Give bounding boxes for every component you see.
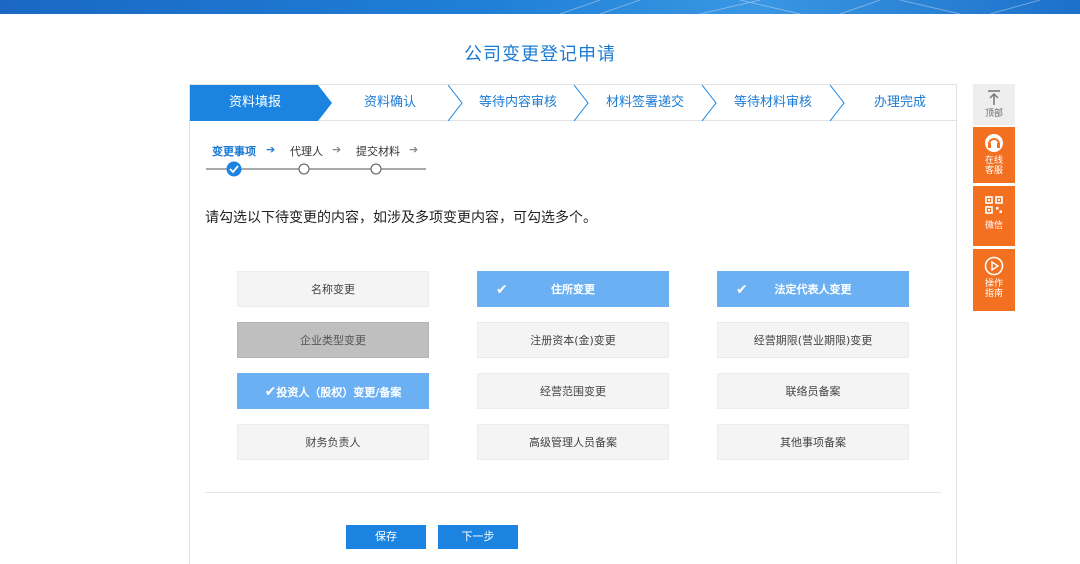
- check-icon: ✔: [264, 384, 277, 400]
- page-title: 公司变更登记申请: [464, 44, 616, 65]
- arrow-up-to-top-icon: [988, 90, 1000, 105]
- option-investor-change[interactable]: ✔投资人（股权）变更/备案: [237, 373, 429, 409]
- substep-track: [206, 161, 426, 177]
- option-label: 企业类型变更: [300, 334, 366, 347]
- option-content: ✔投资人（股权）变更/备案: [264, 384, 402, 400]
- option-business-scope-change[interactable]: 经营范围变更: [477, 373, 669, 409]
- option-other-filing[interactable]: 其他事项备案: [717, 424, 909, 460]
- option-registered-capital-change[interactable]: 注册资本(金)变更: [477, 322, 669, 358]
- instruction-text: 请勾选以下待变更的内容，如涉及多项变更内容，可勾选多个。: [205, 210, 597, 226]
- option-label: 名称变更: [311, 283, 355, 296]
- wechat-button[interactable]: 微信: [973, 186, 1015, 246]
- option-label: 经营范围变更: [540, 385, 606, 398]
- substep-change-items[interactable]: 变更事项: [212, 143, 256, 159]
- next-step-button[interactable]: 下一步: [438, 525, 518, 549]
- top-banner: [0, 0, 1080, 14]
- operation-guide-button[interactable]: 操作 指南: [973, 249, 1015, 311]
- option-label: 投资人（股权）变更/备案: [276, 386, 402, 399]
- back-to-top-button[interactable]: 顶部: [973, 84, 1015, 125]
- progress-step-4: 材料签署递交: [605, 95, 684, 110]
- divider: [205, 492, 941, 493]
- progress-step-5: 等待材料审核: [733, 95, 812, 110]
- arrow-right-icon: ➔: [266, 143, 276, 156]
- headset-icon: [985, 134, 1003, 152]
- option-label: 高级管理人员备案: [529, 436, 617, 449]
- option-label: 联络员备案: [785, 385, 841, 398]
- operation-guide-label-1: 操作: [984, 279, 1003, 289]
- option-label: 经营期限(营业期限)变更: [753, 334, 873, 347]
- circle-icon: [370, 163, 382, 175]
- option-finance-officer[interactable]: 财务负责人: [237, 424, 429, 460]
- option-business-term-change[interactable]: 经营期限(营业期限)变更: [717, 322, 909, 358]
- progress-step-1: 资料填报: [228, 95, 281, 110]
- wechat-label: 微信: [984, 221, 1003, 231]
- option-liaison-filing[interactable]: 联络员备案: [717, 373, 909, 409]
- arrow-right-icon: ➔: [409, 143, 419, 156]
- online-service-label-1: 在线: [984, 156, 1003, 166]
- substep-agent[interactable]: 代理人: [290, 143, 323, 159]
- form-panel: 资料填报 资料确认 等待内容审核 材料签署递交 等待材料审核 办理完成 变更事项…: [189, 84, 957, 564]
- progress-step-6: 办理完成: [873, 95, 926, 110]
- back-to-top-label: 顶部: [984, 109, 1003, 119]
- play-circle-icon: [984, 256, 1004, 276]
- operation-guide-label-2: 指南: [984, 289, 1003, 299]
- progress-step-3: 等待内容审核: [478, 95, 557, 110]
- check-icon: ✔: [736, 282, 748, 298]
- option-label: 财务负责人: [305, 436, 361, 449]
- option-label: 注册资本(金)变更: [530, 334, 616, 347]
- option-senior-management-filing[interactable]: 高级管理人员备案: [477, 424, 669, 460]
- progress-step-2: 资料确认: [363, 95, 416, 110]
- qr-code-icon: [985, 196, 1003, 214]
- check-circle-icon: [226, 161, 242, 177]
- online-service-button[interactable]: 在线 客服: [973, 127, 1015, 183]
- arrow-right-icon: ➔: [332, 143, 342, 156]
- option-label: 其他事项备案: [780, 436, 846, 449]
- option-name-change[interactable]: 名称变更: [237, 271, 429, 307]
- check-icon: ✔: [496, 282, 508, 298]
- banner-decoration: [559, 0, 1041, 14]
- option-address-change[interactable]: ✔ 住所变更: [477, 271, 669, 307]
- option-label: 法定代表人变更: [774, 283, 852, 296]
- progress-steps: 资料填报 资料确认 等待内容审核 材料签署递交 等待材料审核 办理完成: [190, 85, 956, 121]
- substep-submit-materials[interactable]: 提交材料: [356, 143, 400, 159]
- option-enterprise-type-change: 企业类型变更: [237, 322, 429, 358]
- option-label: 住所变更: [551, 283, 595, 296]
- option-legal-rep-change[interactable]: ✔ 法定代表人变更: [717, 271, 909, 307]
- save-button[interactable]: 保存: [346, 525, 426, 549]
- online-service-label-2: 客服: [984, 166, 1003, 176]
- circle-icon: [298, 163, 310, 175]
